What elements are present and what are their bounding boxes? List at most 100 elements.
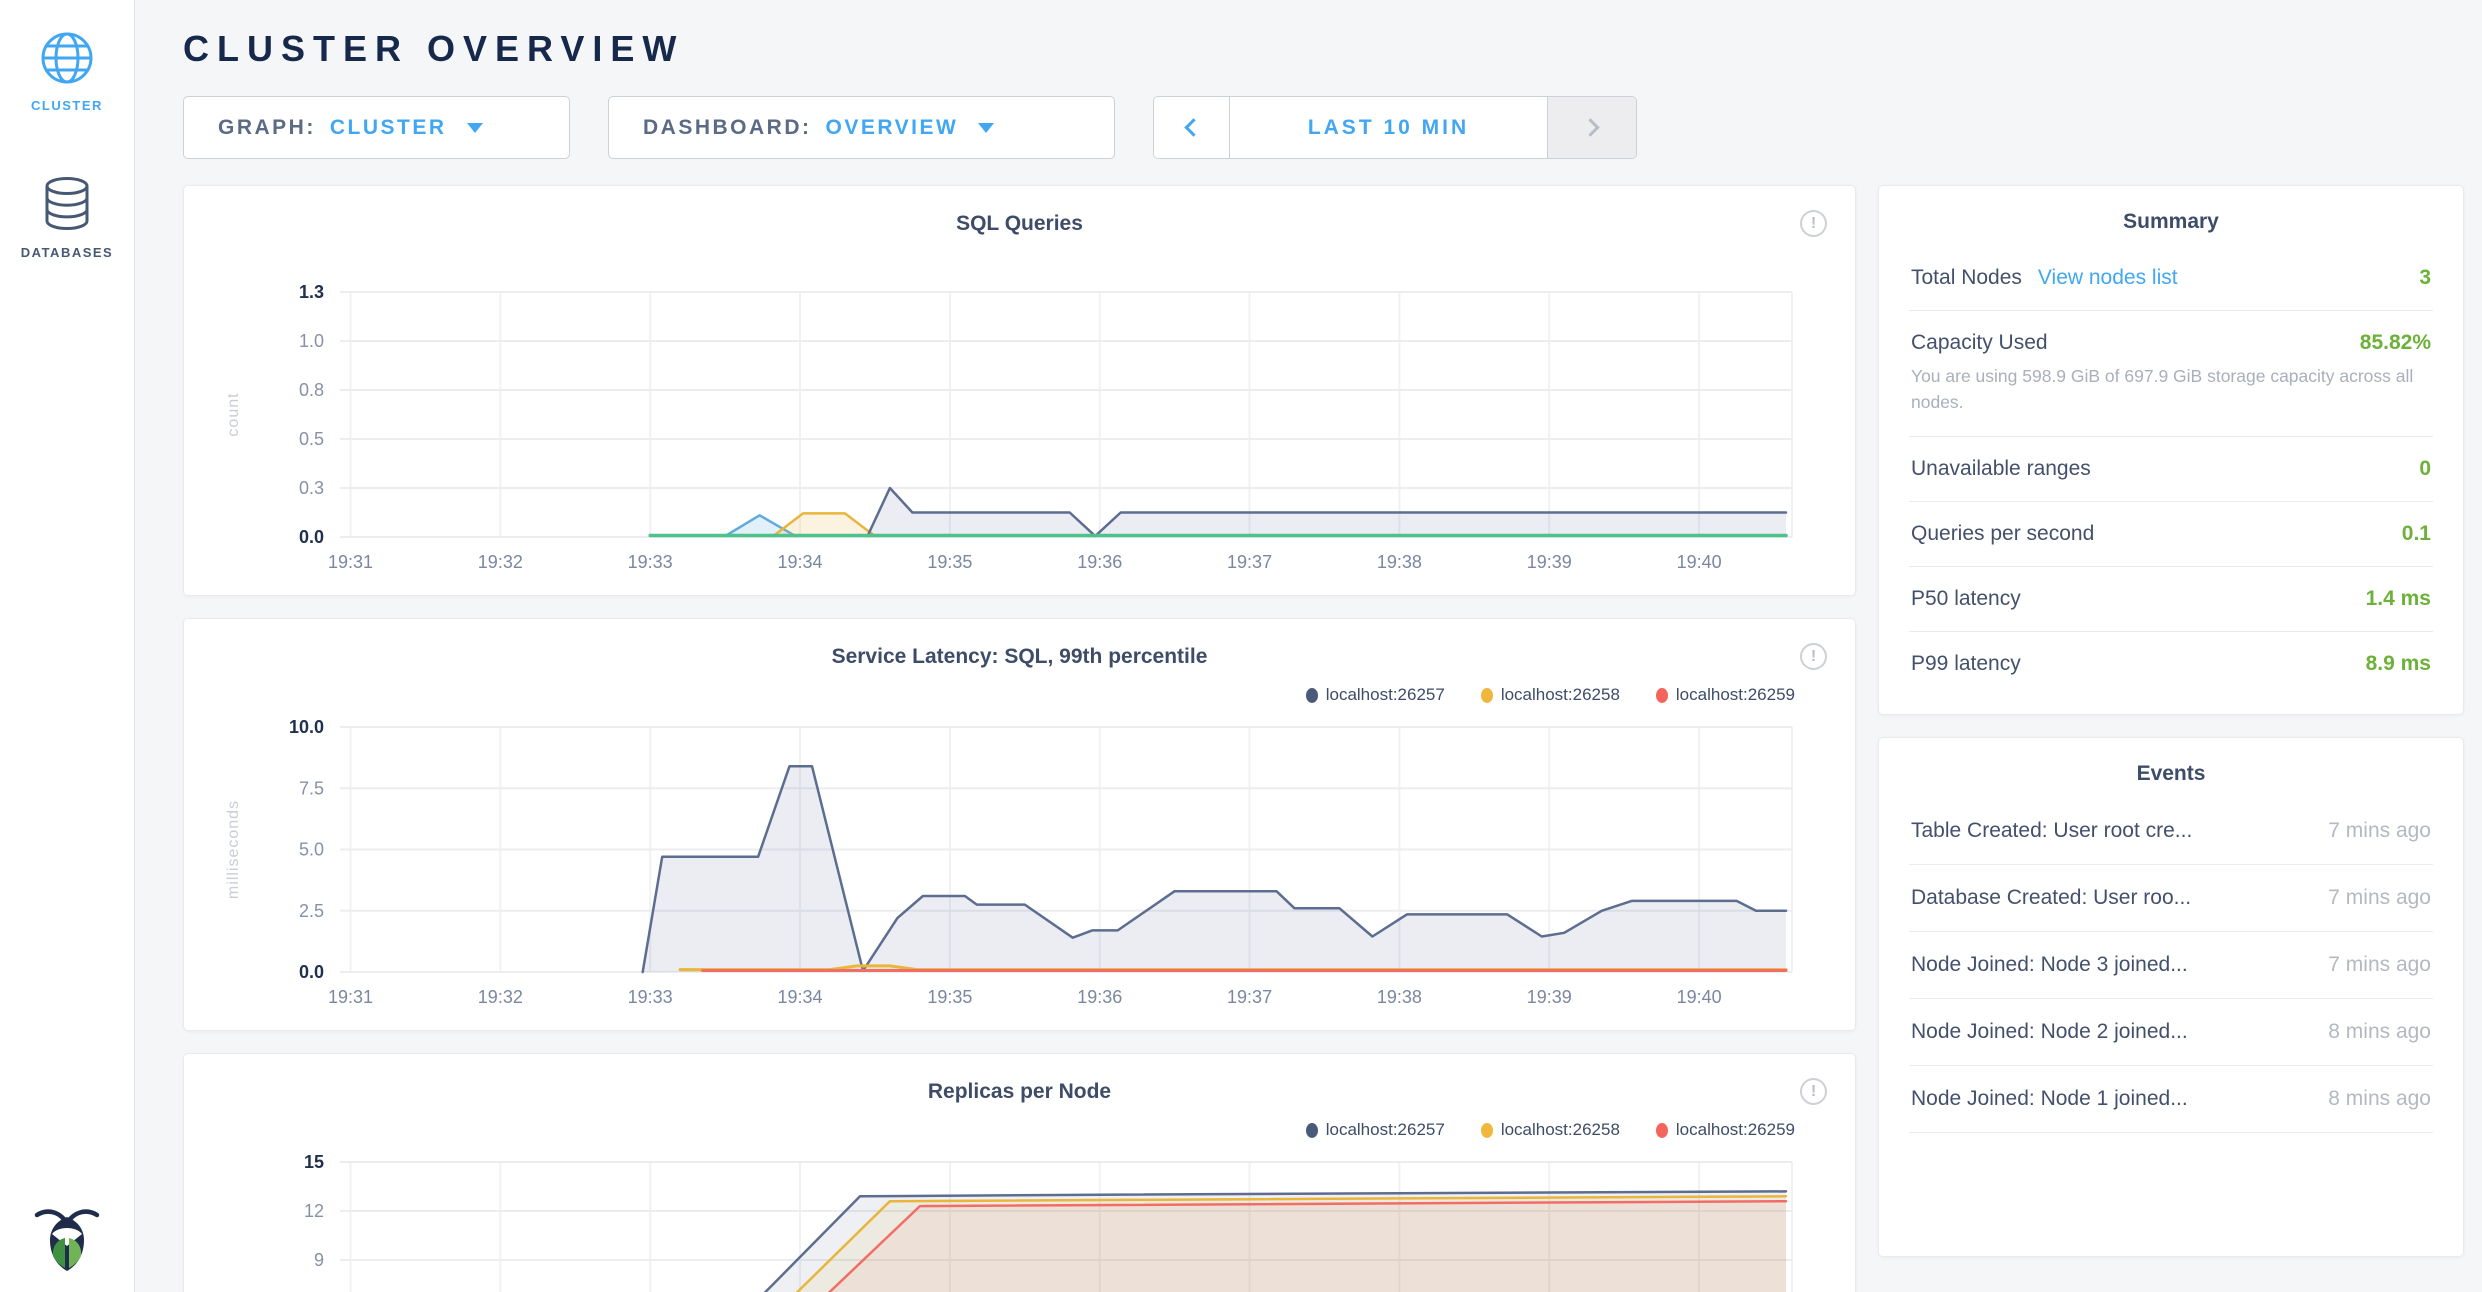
- chevron-left-icon: [1184, 118, 1202, 136]
- graph-dropdown[interactable]: GRAPH: CLUSTER: [183, 96, 570, 159]
- svg-text:19:40: 19:40: [1676, 552, 1721, 572]
- svg-text:19:35: 19:35: [927, 552, 972, 572]
- svg-text:2.5: 2.5: [298, 901, 323, 921]
- time-range-prev-button[interactable]: [1154, 97, 1230, 158]
- svg-text:19:37: 19:37: [1227, 552, 1272, 572]
- dashboard-dropdown[interactable]: DASHBOARD: OVERVIEW: [608, 96, 1115, 159]
- events-title: Events: [1909, 762, 2433, 786]
- legend-dot: [1481, 1123, 1493, 1138]
- charts-column: SQL Queries ! 19:3119:3219:3319:3419:351…: [183, 185, 1856, 1292]
- summary-row-label: P99 latency: [1911, 652, 2021, 676]
- svg-text:19:38: 19:38: [1376, 987, 1421, 1007]
- legend-label: localhost:26257: [1326, 1120, 1445, 1140]
- sql-queries-chart-card: SQL Queries ! 19:3119:3219:3319:3419:351…: [183, 185, 1856, 596]
- svg-text:milliseconds: milliseconds: [225, 800, 242, 899]
- event-row: Node Joined: Node 3 joined... 7 mins ago: [1909, 932, 2433, 999]
- svg-text:1.0: 1.0: [298, 331, 323, 351]
- summary-title: Summary: [1909, 210, 2433, 234]
- legend-label: localhost:26257: [1326, 685, 1445, 705]
- legend-dot: [1306, 1123, 1318, 1138]
- chart-title: Service Latency: SQL, 99th percentile: [184, 645, 1855, 669]
- svg-text:19:37: 19:37: [1227, 987, 1272, 1007]
- summary-row-label: Total Nodes: [1911, 266, 2022, 290]
- info-icon[interactable]: !: [1800, 643, 1827, 670]
- svg-text:19:35: 19:35: [927, 987, 972, 1007]
- svg-text:12: 12: [303, 1201, 323, 1221]
- chevron-right-icon: [1581, 118, 1599, 136]
- svg-text:19:39: 19:39: [1526, 987, 1571, 1007]
- svg-text:15: 15: [303, 1152, 323, 1172]
- svg-text:9: 9: [313, 1250, 323, 1270]
- replicas-per-node-chart-card: Replicas per Node ! localhost:26257 loca…: [183, 1053, 1856, 1292]
- svg-text:19:38: 19:38: [1376, 552, 1421, 572]
- legend-dot: [1656, 1123, 1668, 1138]
- summary-row-label: Unavailable ranges: [1911, 457, 2091, 481]
- view-nodes-link[interactable]: View nodes list: [2038, 266, 2178, 290]
- legend-dot: [1481, 688, 1493, 703]
- chart-title: Replicas per Node: [184, 1080, 1855, 1104]
- event-text: Node Joined: Node 1 joined...: [1911, 1087, 2188, 1111]
- svg-text:19:33: 19:33: [627, 987, 672, 1007]
- svg-text:19:31: 19:31: [327, 987, 372, 1007]
- page-title: CLUSTER OVERVIEW: [183, 28, 2464, 70]
- event-row: Table Created: User root cre... 7 mins a…: [1909, 798, 2433, 865]
- legend-item: localhost:26258: [1481, 685, 1620, 705]
- svg-text:1.3: 1.3: [298, 282, 323, 302]
- right-column: Summary Total Nodes View nodes list 3 Ca…: [1878, 185, 2464, 1257]
- sidebar-item-databases[interactable]: DATABASES: [0, 175, 134, 260]
- summary-row-total-nodes: Total Nodes View nodes list 3: [1909, 246, 2433, 311]
- sidebar-item-cluster[interactable]: CLUSTER: [0, 30, 134, 113]
- svg-text:count: count: [225, 392, 242, 436]
- summary-row-qps: Queries per second 0.1: [1909, 502, 2433, 567]
- chevron-down-icon: [467, 123, 483, 133]
- graph-dropdown-label: GRAPH:: [218, 116, 316, 140]
- legend-dot: [1656, 688, 1668, 703]
- chevron-down-icon: [978, 123, 994, 133]
- legend-item: localhost:26257: [1306, 1120, 1445, 1140]
- time-range-selector: LAST 10 MIN: [1153, 96, 1637, 159]
- svg-text:19:34: 19:34: [777, 552, 822, 572]
- summary-row-value: 1.4 ms: [2366, 587, 2431, 611]
- svg-text:10.0: 10.0: [288, 717, 323, 737]
- legend-label: localhost:26259: [1676, 685, 1795, 705]
- chart-legend: localhost:26257 localhost:26258 localhos…: [184, 685, 1795, 705]
- event-time: 8 mins ago: [2328, 1087, 2431, 1111]
- legend-item: localhost:26259: [1656, 1120, 1795, 1140]
- event-row: Node Joined: Node 1 joined... 8 mins ago: [1909, 1066, 2433, 1133]
- service-latency-chart[interactable]: 19:3119:3219:3319:3419:3519:3619:3719:38…: [190, 713, 1850, 1018]
- graph-dropdown-value: CLUSTER: [330, 116, 447, 140]
- sidebar-item-label: DATABASES: [21, 245, 113, 260]
- svg-text:19:34: 19:34: [777, 987, 822, 1007]
- dashboard-dropdown-value: OVERVIEW: [826, 116, 959, 140]
- info-icon[interactable]: !: [1800, 1078, 1827, 1105]
- svg-text:0.0: 0.0: [298, 527, 323, 547]
- sql-queries-chart[interactable]: 19:3119:3219:3319:3419:3519:3619:3719:38…: [190, 278, 1850, 583]
- summary-row-label: Queries per second: [1911, 522, 2094, 546]
- chart-legend: localhost:26257 localhost:26258 localhos…: [184, 1120, 1795, 1140]
- svg-text:19:31: 19:31: [327, 552, 372, 572]
- summary-row-p99: P99 latency 8.9 ms: [1909, 632, 2433, 696]
- svg-text:19:40: 19:40: [1676, 987, 1721, 1007]
- summary-row-capacity: Capacity Used 85.82% You are using 598.9…: [1909, 311, 2433, 437]
- svg-text:0.0: 0.0: [298, 962, 323, 982]
- summary-row-value: 3: [2419, 266, 2431, 290]
- chart-title: SQL Queries: [184, 212, 1855, 236]
- svg-text:19:39: 19:39: [1526, 552, 1571, 572]
- time-range-value[interactable]: LAST 10 MIN: [1230, 97, 1547, 158]
- summary-row-unavailable-ranges: Unavailable ranges 0: [1909, 437, 2433, 502]
- event-time: 7 mins ago: [2328, 819, 2431, 843]
- service-latency-chart-card: Service Latency: SQL, 99th percentile ! …: [183, 618, 1856, 1031]
- replicas-per-node-chart[interactable]: 19:3119:3219:3319:3419:3519:3619:3719:38…: [190, 1148, 1850, 1292]
- svg-text:19:33: 19:33: [627, 552, 672, 572]
- svg-text:0.8: 0.8: [298, 380, 323, 400]
- summary-panel: Summary Total Nodes View nodes list 3 Ca…: [1878, 185, 2464, 715]
- time-range-next-button[interactable]: [1547, 97, 1636, 158]
- sidebar-item-label: CLUSTER: [31, 98, 103, 113]
- svg-text:5.0: 5.0: [298, 840, 323, 860]
- event-text: Node Joined: Node 3 joined...: [1911, 953, 2188, 977]
- summary-row-label: P50 latency: [1911, 587, 2021, 611]
- event-text: Database Created: User roo...: [1911, 886, 2191, 910]
- event-time: 8 mins ago: [2328, 1020, 2431, 1044]
- info-icon[interactable]: !: [1800, 210, 1827, 237]
- event-time: 7 mins ago: [2328, 953, 2431, 977]
